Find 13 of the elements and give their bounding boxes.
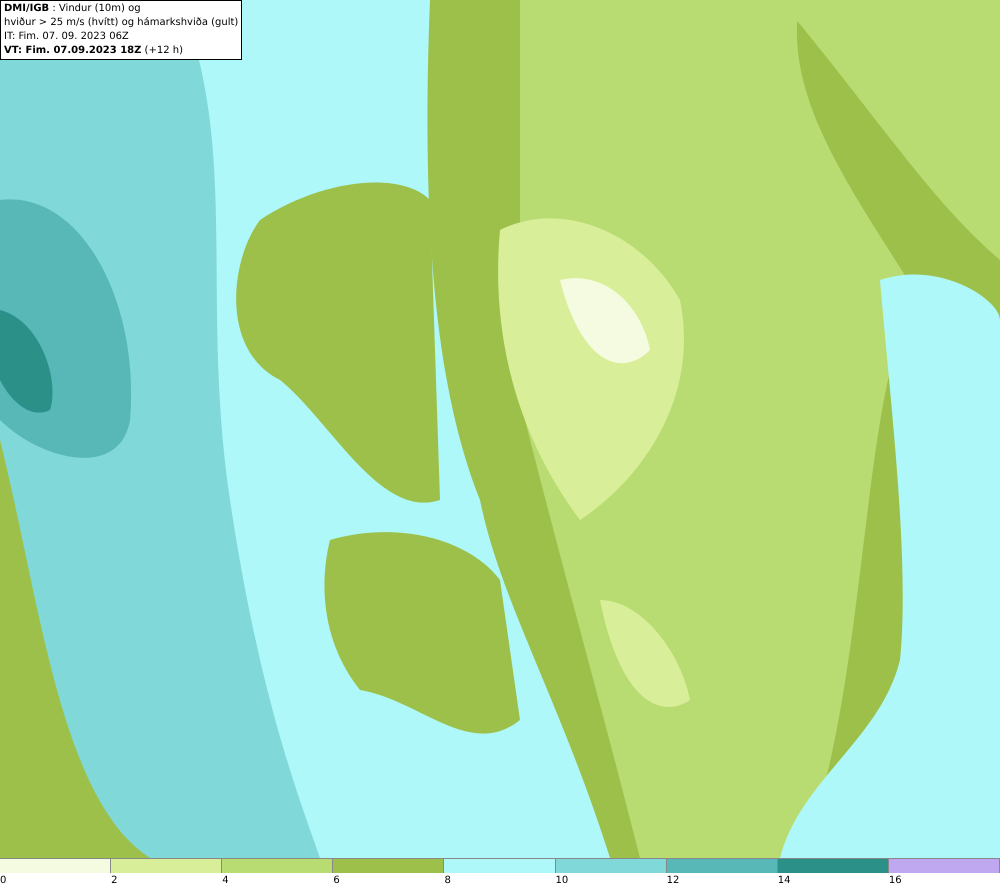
caption-line: IT: Fim. 07. 09. 2023 06Z <box>4 30 130 44</box>
legend-label: 12 <box>666 874 680 887</box>
caption-line: VT: Fim. 07.09.2023 18Z (+12 h) <box>4 44 184 58</box>
legend-label: 0 <box>0 874 8 887</box>
legend-label: 2 <box>111 874 118 887</box>
caption-line: hviður > 25 m/s (hvítt) og hámarkshviða (gult) <box>4 16 238 30</box>
legend-label: 10 <box>556 874 570 887</box>
caption-line: DMI/IGB : Vindur (10m) og <box>4 2 142 16</box>
legend-label: 6 <box>333 874 341 887</box>
legend-label: 8 <box>444 874 452 887</box>
legend-label: 16 <box>888 874 903 887</box>
legend-label: 14 <box>778 874 792 887</box>
legend-label: 4 <box>222 874 230 887</box>
